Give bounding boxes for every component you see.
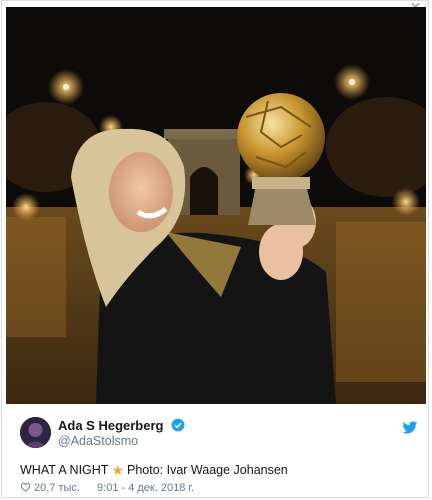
like-count: 20,7 тыс.	[34, 482, 80, 494]
like-button[interactable]: 20,7 тыс.	[20, 482, 90, 494]
heart-icon	[20, 482, 31, 492]
author-name[interactable]: Ada S Hegerberg	[58, 418, 185, 433]
tweet-text-credit: Photo: Ivar Waage Johansen	[127, 463, 288, 477]
tweet-text-main: WHAT A NIGHT	[20, 463, 109, 477]
avatar[interactable]	[20, 417, 51, 448]
tweet-header: Ada S Hegerberg @AdaStolsmo	[20, 417, 420, 453]
tweet-photo[interactable]	[6, 7, 426, 404]
star-emoji-icon: ★	[111, 462, 124, 478]
tweet-timestamp[interactable]: 9:01 - 4 дек. 2018 г.	[97, 482, 194, 494]
twitter-bird-icon[interactable]	[402, 421, 418, 435]
tweet-text: WHAT A NIGHT ★ Photo: Ivar Waage Johansen	[20, 462, 288, 479]
tweet-meta: 20,7 тыс. 9:01 - 4 дек. 2018 г.	[20, 482, 201, 494]
verified-badge-icon	[171, 418, 185, 432]
tweet-card: Ada S Hegerberg @AdaStolsmo WHAT A NIGHT…	[1, 0, 429, 498]
author-name-text[interactable]: Ada S Hegerberg	[58, 418, 163, 433]
author-handle[interactable]: @AdaStolsmo	[58, 434, 138, 448]
